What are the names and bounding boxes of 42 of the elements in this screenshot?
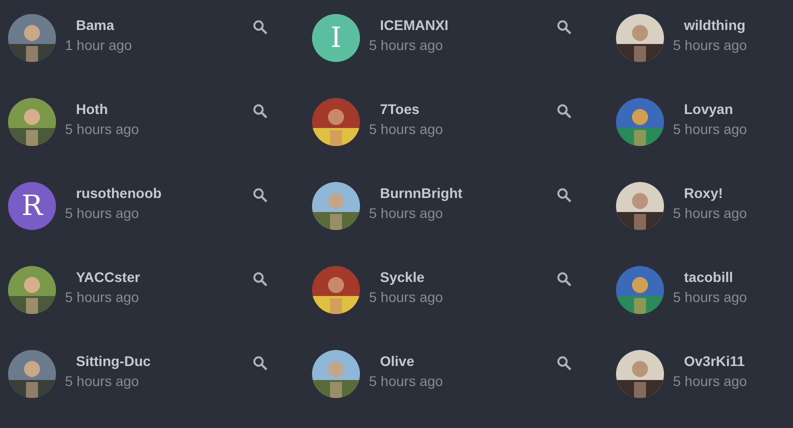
time-ago: 5 hours ago [673, 204, 748, 222]
time-ago: 5 hours ago [673, 120, 748, 138]
user-name[interactable]: Syckle [369, 268, 550, 286]
user-name[interactable]: Sitting-Duc [65, 352, 246, 370]
time-ago: 5 hours ago [673, 36, 748, 54]
time-ago: 5 hours ago [65, 120, 140, 138]
time-ago: 5 hours ago [369, 36, 444, 54]
user-name[interactable]: Roxy! [673, 184, 793, 202]
letter-avatar: R [8, 182, 56, 230]
time-ago: 5 hours ago [369, 372, 444, 390]
search-icon [253, 104, 267, 118]
search-icon [557, 272, 571, 286]
user-name[interactable]: ICEMANXI [369, 16, 550, 34]
user-name[interactable]: Lovyan [673, 100, 793, 118]
time-ago: 5 hours ago [673, 288, 748, 306]
search-icon [557, 188, 571, 202]
user-name[interactable]: YACCster [65, 268, 246, 286]
search-icon [253, 20, 267, 34]
search-icon [253, 188, 267, 202]
time-ago: 5 hours ago [369, 288, 444, 306]
time-ago: 5 hours ago [369, 120, 444, 138]
time-ago: 5 hours ago [65, 372, 140, 390]
user-name[interactable]: Olive [369, 352, 550, 370]
search-icon [557, 104, 571, 118]
letter-avatar: I [312, 14, 360, 62]
user-name[interactable]: Hoth [65, 100, 246, 118]
time-ago: 5 hours ago [673, 372, 748, 390]
time-ago: 5 hours ago [65, 288, 140, 306]
user-name[interactable]: BurnnBright [369, 184, 550, 202]
search-icon [253, 356, 267, 370]
user-name[interactable]: wildthing [673, 16, 793, 34]
search-icon [253, 272, 267, 286]
time-ago: 1 hour ago [65, 36, 133, 54]
search-icon [557, 356, 571, 370]
time-ago: 5 hours ago [369, 204, 444, 222]
search-icon [557, 20, 571, 34]
user-name[interactable]: tacobill [673, 268, 793, 286]
user-name[interactable]: rusothenoob [65, 184, 246, 202]
time-ago: 5 hours ago [65, 204, 140, 222]
user-name[interactable]: Ov3rKi11 [673, 352, 793, 370]
user-name[interactable]: 7Toes [369, 100, 550, 118]
user-name[interactable]: Bama [65, 16, 246, 34]
